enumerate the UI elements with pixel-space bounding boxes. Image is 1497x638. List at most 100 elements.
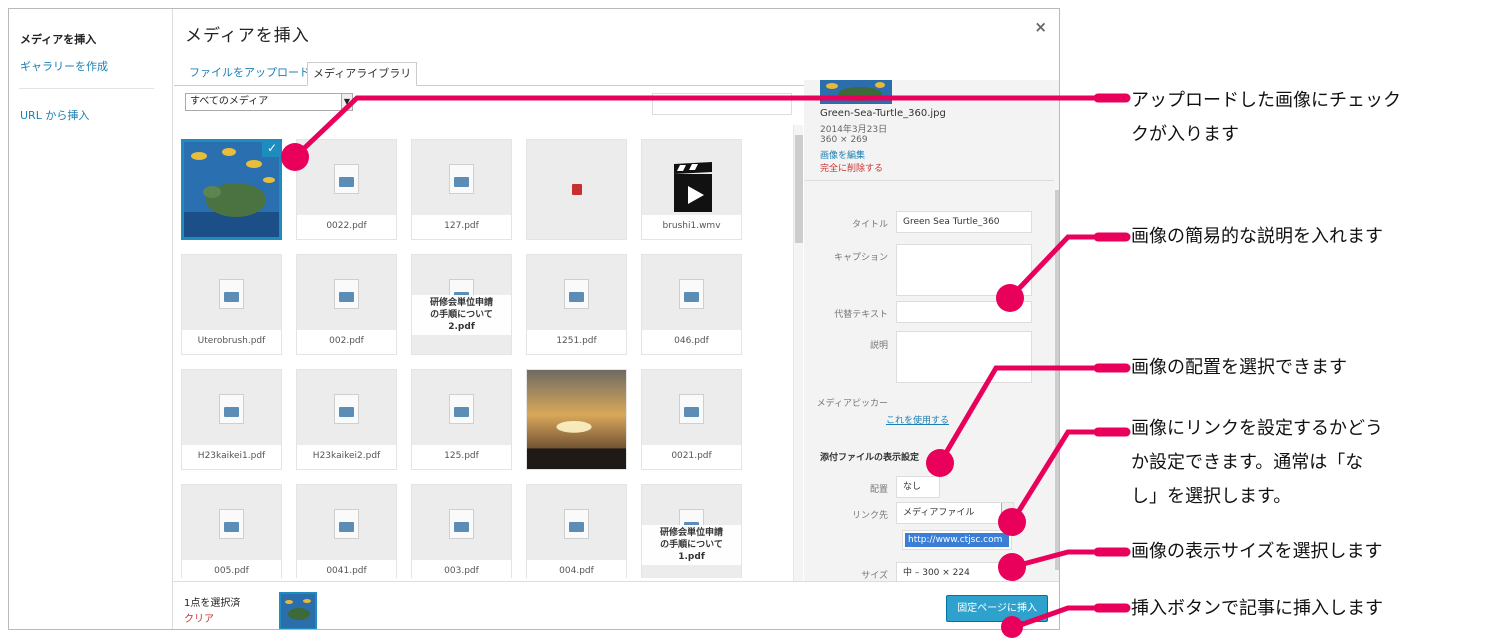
caption-field[interactable] xyxy=(896,244,1032,296)
document-icon xyxy=(564,279,589,309)
description-field[interactable] xyxy=(896,331,1032,383)
attachment-filename-label: Uterobrush.pdf xyxy=(182,330,281,354)
media-picker-label: メディアピッカー xyxy=(816,399,888,409)
attachment-tile[interactable]: Uterobrush.pdf xyxy=(181,254,282,355)
media-menu: メディアを挿入 ギャラリーを作成 URL から挿入 xyxy=(9,9,173,629)
modal-footer: 1点を選択済 クリア 固定ページに挿入 xyxy=(173,581,1059,629)
attachment-tile[interactable]: 002.pdf xyxy=(296,254,397,355)
attachment-tile[interactable]: 0022.pdf xyxy=(296,139,397,240)
link-to-value: メディアファイル xyxy=(903,508,975,518)
menu-item-insert-media[interactable]: メディアを挿入 xyxy=(20,31,96,47)
attachment-tile[interactable]: 1251.pdf xyxy=(526,254,627,355)
edit-image-link[interactable]: 画像を編集 xyxy=(820,148,865,161)
selection-thumbnail[interactable] xyxy=(279,592,317,629)
attachment-tile[interactable]: H23kaikei2.pdf xyxy=(296,369,397,470)
document-icon xyxy=(679,279,704,309)
attachment-filename-label: 003.pdf xyxy=(412,560,511,578)
close-icon[interactable]: × xyxy=(1034,18,1047,36)
alignment-label: 配置 xyxy=(869,485,888,495)
attachments-grid: ✓ 0022.pdf 127.pdf brushi1.wmv Uterobrush.pd… xyxy=(181,131,788,578)
grid-scrollbar-thumb[interactable] xyxy=(795,135,803,243)
annotation-text-align: 画像の配置を選択できます xyxy=(1131,357,1347,378)
attachment-date: 2014年3月23日 xyxy=(820,125,888,135)
attachment-filename-label: 002.pdf xyxy=(297,330,396,354)
attachment-filename-label: 0041.pdf xyxy=(297,560,396,578)
link-to-select[interactable]: メディアファイル ▼ xyxy=(896,502,1014,524)
link-url-value: http://www.ctjsc.com xyxy=(905,533,1009,547)
document-icon xyxy=(564,509,589,539)
attachment-tile[interactable]: 127.pdf xyxy=(411,139,512,240)
sunset-image xyxy=(527,370,626,469)
menu-item-insert-from-url[interactable]: URL から挿入 xyxy=(20,107,89,123)
document-icon xyxy=(449,509,474,539)
document-icon xyxy=(334,394,359,424)
document-icon xyxy=(334,164,359,194)
document-icon xyxy=(679,394,704,424)
alt-text-label: 代替テキスト xyxy=(834,310,888,320)
alignment-value: なし xyxy=(903,482,922,492)
attachment-tile[interactable]: 004.pdf xyxy=(526,484,627,578)
annotation-text-insert: 挿入ボタンで記事に挿入します xyxy=(1131,598,1383,619)
details-scrollbar[interactable] xyxy=(1054,80,1059,589)
display-settings-heading: 添付ファイルの表示設定 xyxy=(820,453,920,463)
link-to-label: リンク先 xyxy=(851,511,888,521)
attachment-filename-label: 研修会単位申請 の手順について 1.pdf xyxy=(642,525,741,565)
attachment-filename-label: 005.pdf xyxy=(182,560,281,578)
attachment-tile[interactable]: 005.pdf xyxy=(181,484,282,578)
link-url-field[interactable]: http://www.ctjsc.com xyxy=(902,530,1012,550)
tab-media-library[interactable]: メディアライブラリ xyxy=(307,62,418,86)
document-icon xyxy=(334,279,359,309)
attachment-filename-label: 1251.pdf xyxy=(527,330,626,354)
annotation-text-size: 画像の表示サイズを選択します xyxy=(1131,541,1383,562)
attachment-details-panel: Green-Sea-Turtle_360.jpg 2014年3月23日 360 … xyxy=(804,80,1054,589)
attachment-tile[interactable]: 0041.pdf xyxy=(296,484,397,578)
insert-media-modal: メディアを挿入 ギャラリーを作成 URL から挿入 メディアを挿入 × ファイル… xyxy=(8,8,1060,630)
details-scrollbar-thumb[interactable] xyxy=(1055,190,1059,570)
pdf-icon xyxy=(572,184,582,195)
attachment-filename-label: 研修会単位申請 の手順について 2.pdf xyxy=(412,295,511,335)
attachment-tile[interactable]: brushi1.wmv xyxy=(641,139,742,240)
document-icon xyxy=(219,509,244,539)
media-filter-value: すべてのメディア xyxy=(190,96,269,107)
delete-permanently-link[interactable]: 完全に削除する xyxy=(820,161,883,174)
attachment-tile[interactable] xyxy=(526,139,627,240)
tab-upload-files[interactable]: ファイルをアップロード xyxy=(184,62,315,86)
attachment-filename-label: 046.pdf xyxy=(642,330,741,354)
insert-into-page-button[interactable]: 固定ページに挿入 xyxy=(946,595,1048,622)
alignment-select[interactable]: なし xyxy=(896,476,940,498)
attachment-tile[interactable]: 003.pdf xyxy=(411,484,512,578)
search-input[interactable] xyxy=(652,93,792,115)
attachment-tile[interactable]: ✓ xyxy=(181,139,282,240)
title-field[interactable]: Green Sea Turtle_360 xyxy=(896,211,1032,233)
size-label: サイズ xyxy=(861,571,888,581)
chevron-down-icon: ▼ xyxy=(1001,503,1013,523)
document-icon xyxy=(449,164,474,194)
use-this-link[interactable]: これを使用する xyxy=(886,413,949,426)
grid-scrollbar[interactable] xyxy=(793,125,803,581)
attachment-tile[interactable] xyxy=(526,369,627,470)
attachment-tile[interactable]: H23kaikei1.pdf xyxy=(181,369,282,470)
attachment-tile[interactable]: 046.pdf xyxy=(641,254,742,355)
attachment-tile[interactable]: 研修会単位申請 の手順について 2.pdf xyxy=(411,254,512,355)
attachment-filename: Green-Sea-Turtle_360.jpg xyxy=(820,108,946,119)
selection-count: 1点を選択済 xyxy=(184,598,241,609)
attachment-tile[interactable]: 研修会単位申請 の手順について 1.pdf xyxy=(641,484,742,578)
attachment-filename-label: 127.pdf xyxy=(412,215,511,239)
modal-title: メディアを挿入 xyxy=(185,26,310,46)
checkmark-icon[interactable]: ✓ xyxy=(262,139,282,157)
menu-separator xyxy=(19,88,154,89)
document-icon xyxy=(334,509,359,539)
annotation-text-caption: 画像の簡易的な説明を入れます xyxy=(1131,226,1383,247)
document-icon xyxy=(219,394,244,424)
attachment-filename-label: 0022.pdf xyxy=(297,215,396,239)
video-clapper-icon xyxy=(674,162,712,212)
menu-item-create-gallery[interactable]: ギャラリーを作成 xyxy=(20,58,108,74)
document-icon xyxy=(219,279,244,309)
media-filter-select[interactable]: すべてのメディア ▼ xyxy=(185,93,353,111)
chevron-down-icon: ▼ xyxy=(341,94,352,110)
attachment-filename-label: 0021.pdf xyxy=(642,445,741,469)
attachment-tile[interactable]: 125.pdf xyxy=(411,369,512,470)
attachment-tile[interactable]: 0021.pdf xyxy=(641,369,742,470)
alt-text-field[interactable] xyxy=(896,301,1032,323)
clear-selection-link[interactable]: クリア xyxy=(184,610,214,625)
